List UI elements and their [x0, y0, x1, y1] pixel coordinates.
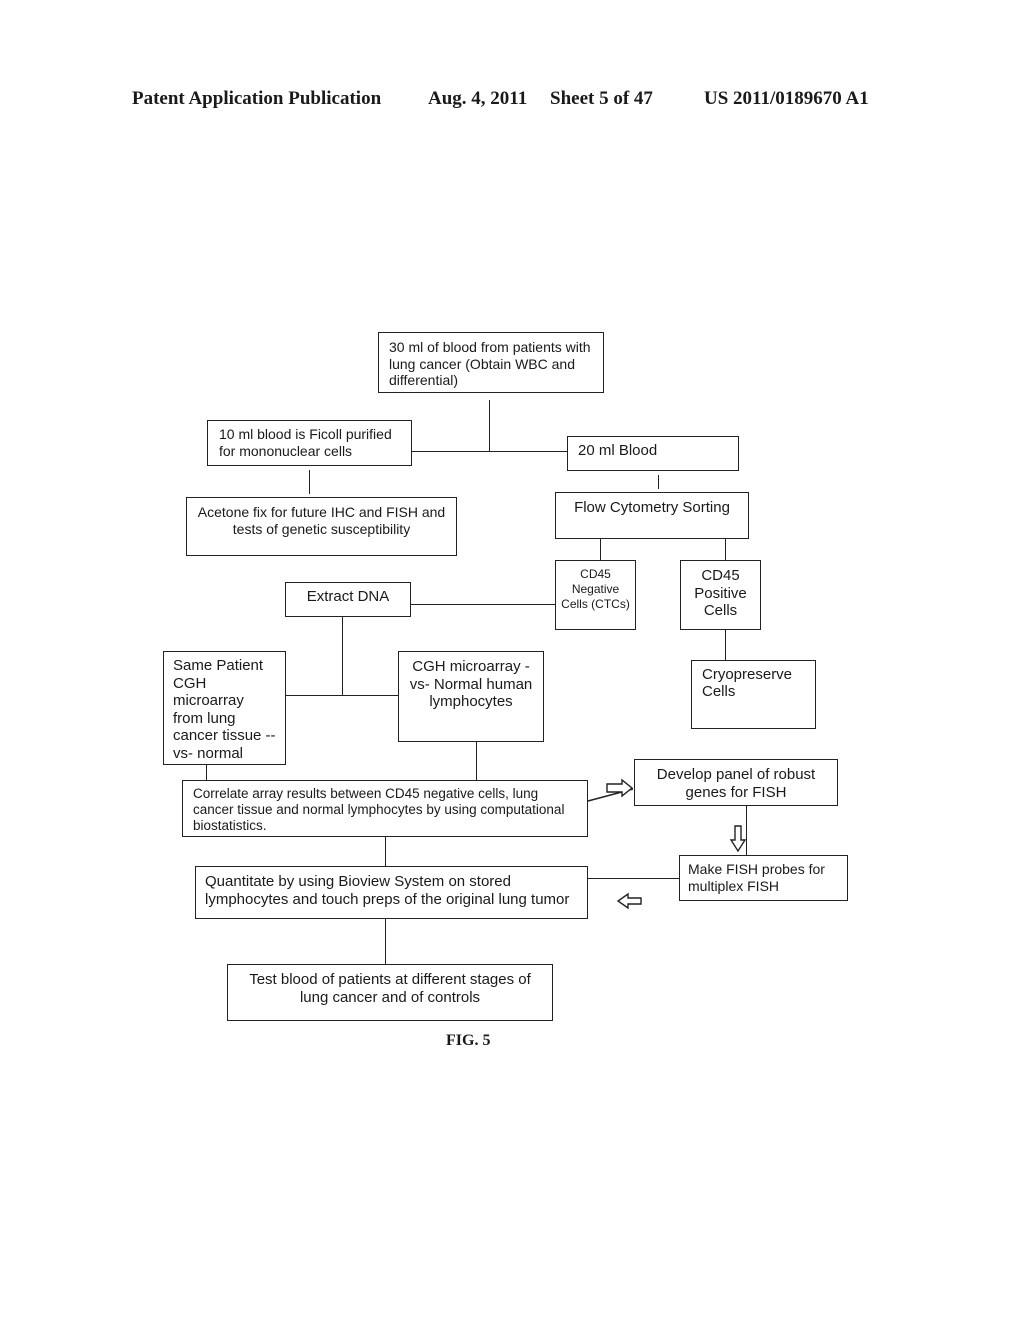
box-text: 10 ml blood is Ficoll purified for monon… — [219, 426, 392, 459]
box-cd45-positive: CD45 Positive Cells — [680, 560, 761, 630]
box-acetone: Acetone fix for future IHC and FISH and … — [186, 497, 457, 556]
box-quantitate: Quantitate by using Bioview System on st… — [195, 866, 588, 919]
box-text: Quantitate by using Bioview System on st… — [205, 873, 570, 908]
box-correlate: Correlate array results between CD45 neg… — [182, 780, 588, 837]
box-blood-20ml: 20 ml Blood — [567, 436, 739, 471]
box-develop-panel: Develop panel of robust genes for FISH — [634, 759, 838, 806]
box-text: 20 ml Blood — [578, 442, 658, 459]
box-same-patient-cgh: Same Patient CGH microarray from lung ca… — [163, 651, 286, 765]
box-cgh-vs-normal: CGH microarray -vs- Normal human lymphoc… — [398, 651, 544, 742]
box-text: Extract DNA — [306, 588, 390, 605]
box-text: Develop panel of robust genes for FISH — [656, 766, 816, 801]
box-cryopreserve: Cryopreserve Cells — [691, 660, 816, 729]
box-text: Correlate array results between CD45 neg… — [193, 786, 565, 833]
box-text: Make FISH probes for multiplex FISH — [688, 861, 825, 894]
hollow-down-arrow-icon — [729, 825, 747, 853]
box-make-probes: Make FISH probes for multiplex FISH — [679, 855, 848, 901]
box-text: Test blood of patients at different stag… — [249, 971, 531, 1006]
hollow-right-arrow-icon — [606, 778, 634, 798]
figure-label: FIG. 5 — [446, 1032, 491, 1049]
box-text: CGH microarray -vs- Normal human lymphoc… — [409, 658, 533, 710]
hollow-left-arrow-icon — [616, 892, 642, 910]
box-cd45-negative: CD45 Negative Cells (CTCs) — [555, 560, 636, 630]
box-text: 30 ml of blood from patients with lung c… — [389, 339, 591, 388]
box-text: CD45 Negative Cells (CTCs) — [561, 567, 630, 611]
box-ficoll: 10 ml blood is Ficoll purified for monon… — [207, 420, 412, 466]
box-flow-cytometry: Flow Cytometry Sorting — [555, 492, 749, 539]
box-text: Same Patient CGH microarray from lung ca… — [173, 657, 276, 762]
box-text: CD45 Positive Cells — [694, 567, 747, 619]
box-test-blood: Test blood of patients at different stag… — [227, 964, 553, 1021]
box-blood-30ml: 30 ml of blood from patients with lung c… — [378, 332, 604, 393]
box-extract-dna: Extract DNA — [285, 582, 411, 617]
box-text: Acetone fix for future IHC and FISH and … — [197, 504, 446, 537]
box-text: Cryopreserve Cells — [702, 666, 793, 700]
box-text: Flow Cytometry Sorting — [574, 499, 730, 516]
